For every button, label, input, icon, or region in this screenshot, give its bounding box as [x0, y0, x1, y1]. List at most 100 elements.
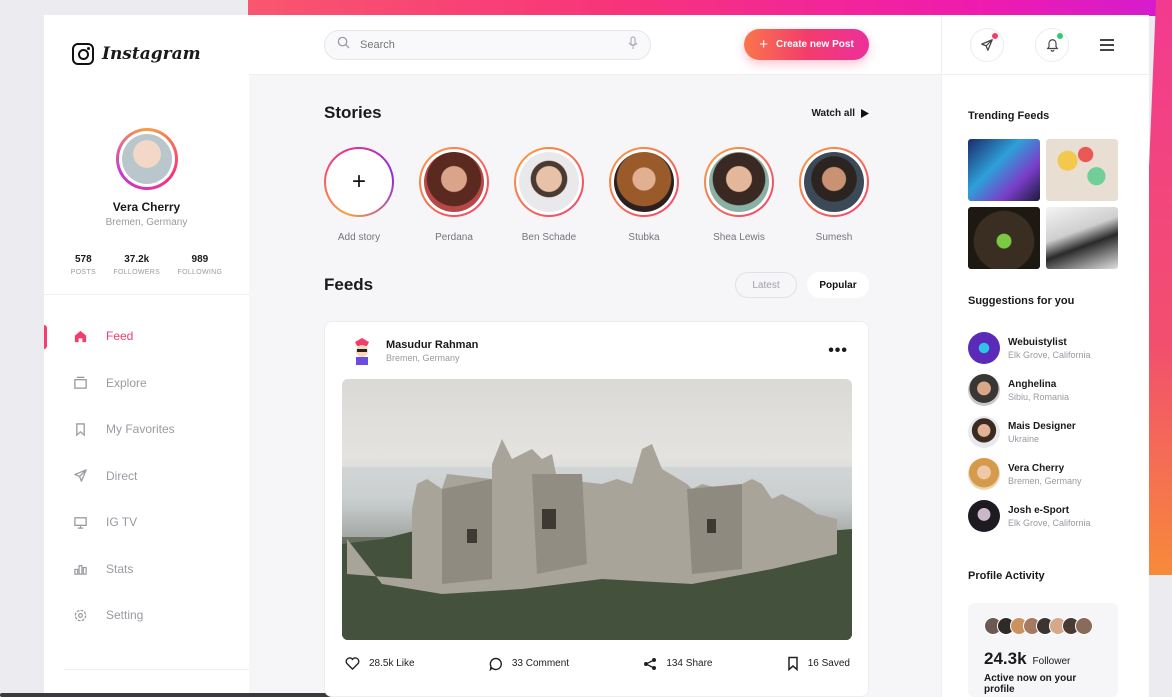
suggestion-location: Sibiu, Romania	[1008, 391, 1070, 402]
share-count: 134 Share	[666, 658, 713, 669]
bell-icon	[1046, 38, 1058, 52]
stat-following[interactable]: 989 FOLLOWING	[178, 254, 223, 276]
watch-all-link[interactable]: Watch all	[811, 108, 869, 119]
suggestion-name: Webuistylist	[1008, 336, 1067, 348]
share-button[interactable]: 134 Share	[643, 656, 712, 671]
suggestions-title: Suggestions for you	[968, 295, 1075, 307]
tab-popular[interactable]: Popular	[807, 272, 869, 298]
sidebar-divider-bottom	[64, 669, 249, 670]
microphone-icon[interactable]	[628, 35, 638, 55]
trending-thumbnail[interactable]	[968, 139, 1040, 201]
right-toolbar	[942, 15, 1149, 75]
profile-activity-title: Profile Activity	[968, 570, 1045, 582]
profile-stats: 578 POSTS 37.2k FOLLOWERS 989 FOLLOWING	[44, 254, 249, 276]
create-post-label: Create new Post	[775, 39, 854, 50]
suggestion-item[interactable]: Vera Cherry Bremen, Germany	[968, 453, 1149, 495]
story-label: Sumesh	[815, 232, 853, 243]
profile-activity-card[interactable]: 24.3k Follower Active now on your profil…	[968, 603, 1118, 697]
sidebar-item-igtv[interactable]: IG TV	[44, 499, 249, 546]
comment-icon	[489, 657, 502, 671]
sidebar-item-label: IG TV	[106, 515, 138, 530]
post-image[interactable]	[342, 379, 852, 640]
notification-dot	[1057, 32, 1063, 39]
story-add[interactable]: + Add story	[324, 147, 394, 243]
search-input[interactable]	[360, 39, 618, 51]
sidebar-divider	[44, 294, 249, 295]
comment-count: 33 Comment	[511, 658, 570, 669]
follower-count-value: 24.3k	[984, 649, 1027, 668]
share-icon	[644, 657, 657, 670]
feeds-header: Feeds Latest Popular	[324, 272, 869, 298]
hamburger-menu-icon[interactable]	[1100, 38, 1114, 51]
profile-avatar[interactable]	[115, 128, 178, 190]
watch-all-label: Watch all	[811, 107, 855, 119]
send-icon	[981, 38, 993, 51]
story-item[interactable]: Stubka	[609, 147, 679, 243]
sidebar: Instagram Vera Cherry Bremen, Germany 57…	[0, 15, 412, 697]
search-icon	[337, 36, 350, 54]
stat-posts[interactable]: 578 POSTS	[71, 254, 96, 276]
stat-value: 37.2k	[124, 254, 150, 265]
stories-header: Stories Watch all	[324, 103, 869, 123]
sidebar-item-feed[interactable]: Feed	[44, 313, 249, 360]
suggestion-item[interactable]: Webuistylist Elk Grove, California	[968, 327, 1149, 369]
suggestion-item[interactable]: Anghelina Sibiu, Romania	[968, 369, 1149, 411]
plus-icon: +	[759, 36, 768, 53]
story-item[interactable]: Shea Lewis	[704, 147, 774, 243]
sidebar-item-stats[interactable]: Stats	[44, 546, 249, 593]
direct-message-button[interactable]	[970, 27, 1004, 62]
follower-count-label: Follower	[1032, 656, 1071, 667]
explore-icon	[72, 375, 88, 391]
tab-latest[interactable]: Latest	[735, 272, 797, 298]
stat-label: POSTS	[70, 269, 96, 276]
sidebar-item-favorites[interactable]: My Favorites	[44, 406, 249, 453]
suggestion-name: Anghelina	[1008, 378, 1057, 390]
post-location: Bremen, Germany	[386, 353, 460, 363]
story-label: Ben Schade	[521, 232, 577, 243]
avatar	[968, 458, 1000, 490]
saved-count: 16 Saved	[807, 658, 850, 669]
like-button[interactable]: 28.5k Like	[345, 656, 415, 671]
main-content: + Create new Post Stories Watch all + Ad…	[249, 15, 941, 697]
suggestion-item[interactable]: Josh e-Sport Elk Grove, California	[968, 495, 1149, 537]
send-icon	[72, 468, 88, 484]
post-author-name[interactable]: Masudur Rahman	[386, 339, 478, 351]
trending-grid	[942, 139, 1149, 269]
stats-icon	[72, 561, 88, 577]
notifications-button[interactable]	[1035, 27, 1069, 62]
profile-card: Vera Cherry Bremen, Germany	[44, 128, 249, 228]
sidebar-item-explore[interactable]: Explore	[44, 360, 249, 407]
suggestion-item[interactable]: Mais Designer Ukraine	[968, 411, 1149, 453]
post-author-avatar[interactable]	[347, 336, 377, 366]
story-label: Add story	[337, 232, 381, 243]
logo[interactable]: Instagram	[44, 15, 249, 73]
avatar	[968, 416, 1000, 448]
more-options-icon[interactable]: •••	[828, 342, 848, 360]
suggestion-location: Elk Grove, California	[1008, 517, 1091, 528]
suggestion-location: Bremen, Germany	[1008, 475, 1082, 486]
stat-followers[interactable]: 37.2k FOLLOWERS	[113, 254, 160, 276]
trending-thumbnail[interactable]	[1046, 207, 1118, 269]
trending-thumbnail[interactable]	[968, 207, 1040, 269]
right-panel: Trending Feeds Suggestions for you Webui…	[941, 15, 1149, 697]
bookmark-icon	[72, 421, 88, 437]
story-item[interactable]: Perdana	[419, 147, 489, 243]
follower-count: 24.3k Follower	[984, 649, 1102, 669]
stat-value: 578	[74, 254, 92, 265]
profile-location: Bremen, Germany	[105, 217, 188, 228]
create-post-button[interactable]: + Create new Post	[744, 29, 869, 60]
notification-dot	[992, 32, 998, 39]
sidebar-item-direct[interactable]: Direct	[44, 453, 249, 500]
suggestion-location: Elk Grove, California	[1008, 349, 1091, 360]
comment-button[interactable]: 33 Comment	[489, 656, 569, 671]
like-count: 28.5k Like	[369, 658, 415, 669]
avatar	[968, 332, 1000, 364]
tv-icon	[72, 514, 88, 530]
save-button[interactable]: 16 Saved	[787, 656, 850, 671]
story-item[interactable]: Sumesh	[799, 147, 869, 243]
search-bar	[324, 30, 651, 60]
sidebar-item-setting[interactable]: Setting	[44, 592, 249, 639]
story-item[interactable]: Ben Schade	[514, 147, 584, 243]
trending-thumbnail[interactable]	[1046, 139, 1118, 201]
suggestion-name: Vera Cherry	[1008, 462, 1065, 474]
